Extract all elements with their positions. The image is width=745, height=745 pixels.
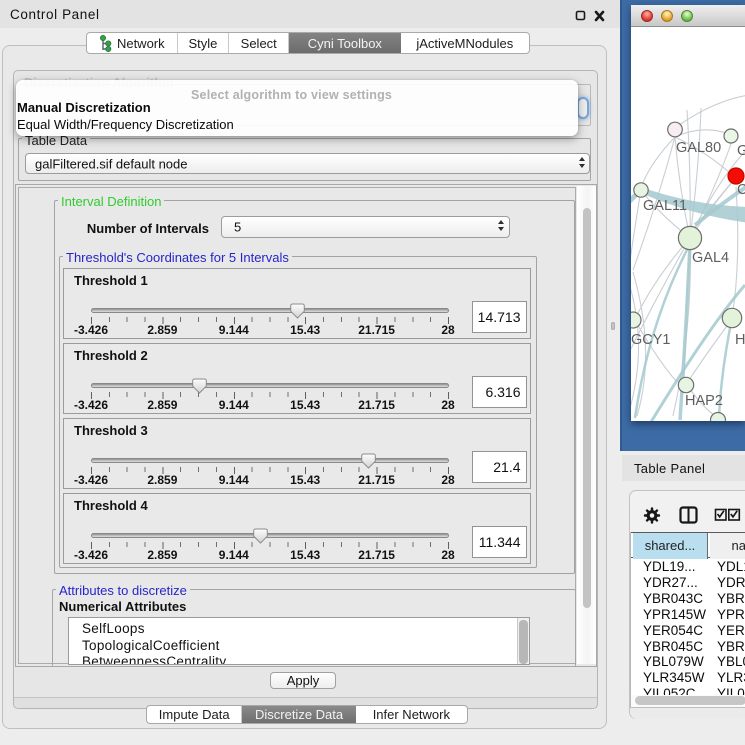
svg-text:GAL4: GAL4 xyxy=(692,250,729,266)
svg-text:HAP2: HAP2 xyxy=(685,393,723,409)
svg-text:GA: GA xyxy=(737,143,745,159)
svg-text:H: H xyxy=(735,332,745,348)
svg-text:GAL80: GAL80 xyxy=(676,140,721,156)
svg-text:GAL11: GAL11 xyxy=(643,198,687,214)
svg-text:GCY1: GCY1 xyxy=(631,332,671,348)
svg-text:C: C xyxy=(737,182,745,198)
